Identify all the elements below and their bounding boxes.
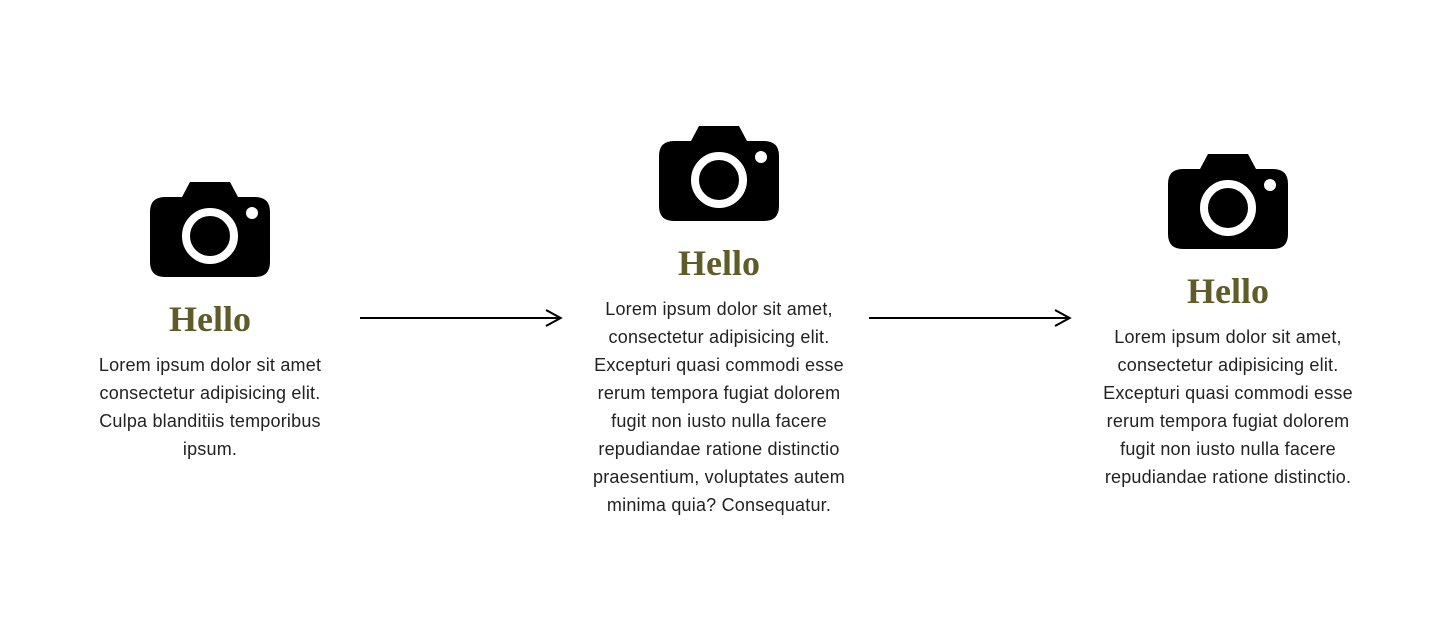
card-description: Lorem ipsum dolor sit amet, consectetur … — [1098, 324, 1358, 491]
flow-card-3: Hello Lorem ipsum dolor sit amet, consec… — [1098, 144, 1358, 491]
card-title: Hello — [169, 298, 251, 340]
card-title: Hello — [678, 242, 760, 284]
arrow-icon — [849, 308, 1098, 328]
arrow-icon — [340, 308, 589, 328]
camera-icon — [654, 116, 784, 226]
flow-card-2: Hello Lorem ipsum dolor sit amet, consec… — [589, 116, 849, 519]
flow-diagram: Hello Lorem ipsum dolor sit amet consect… — [80, 116, 1358, 519]
card-title: Hello — [1187, 270, 1269, 312]
camera-icon — [1163, 144, 1293, 254]
card-description: Lorem ipsum dolor sit amet, consectetur … — [589, 296, 849, 519]
camera-icon — [145, 172, 275, 282]
card-description: Lorem ipsum dolor sit amet consectetur a… — [80, 352, 340, 464]
flow-card-1: Hello Lorem ipsum dolor sit amet consect… — [80, 172, 340, 464]
